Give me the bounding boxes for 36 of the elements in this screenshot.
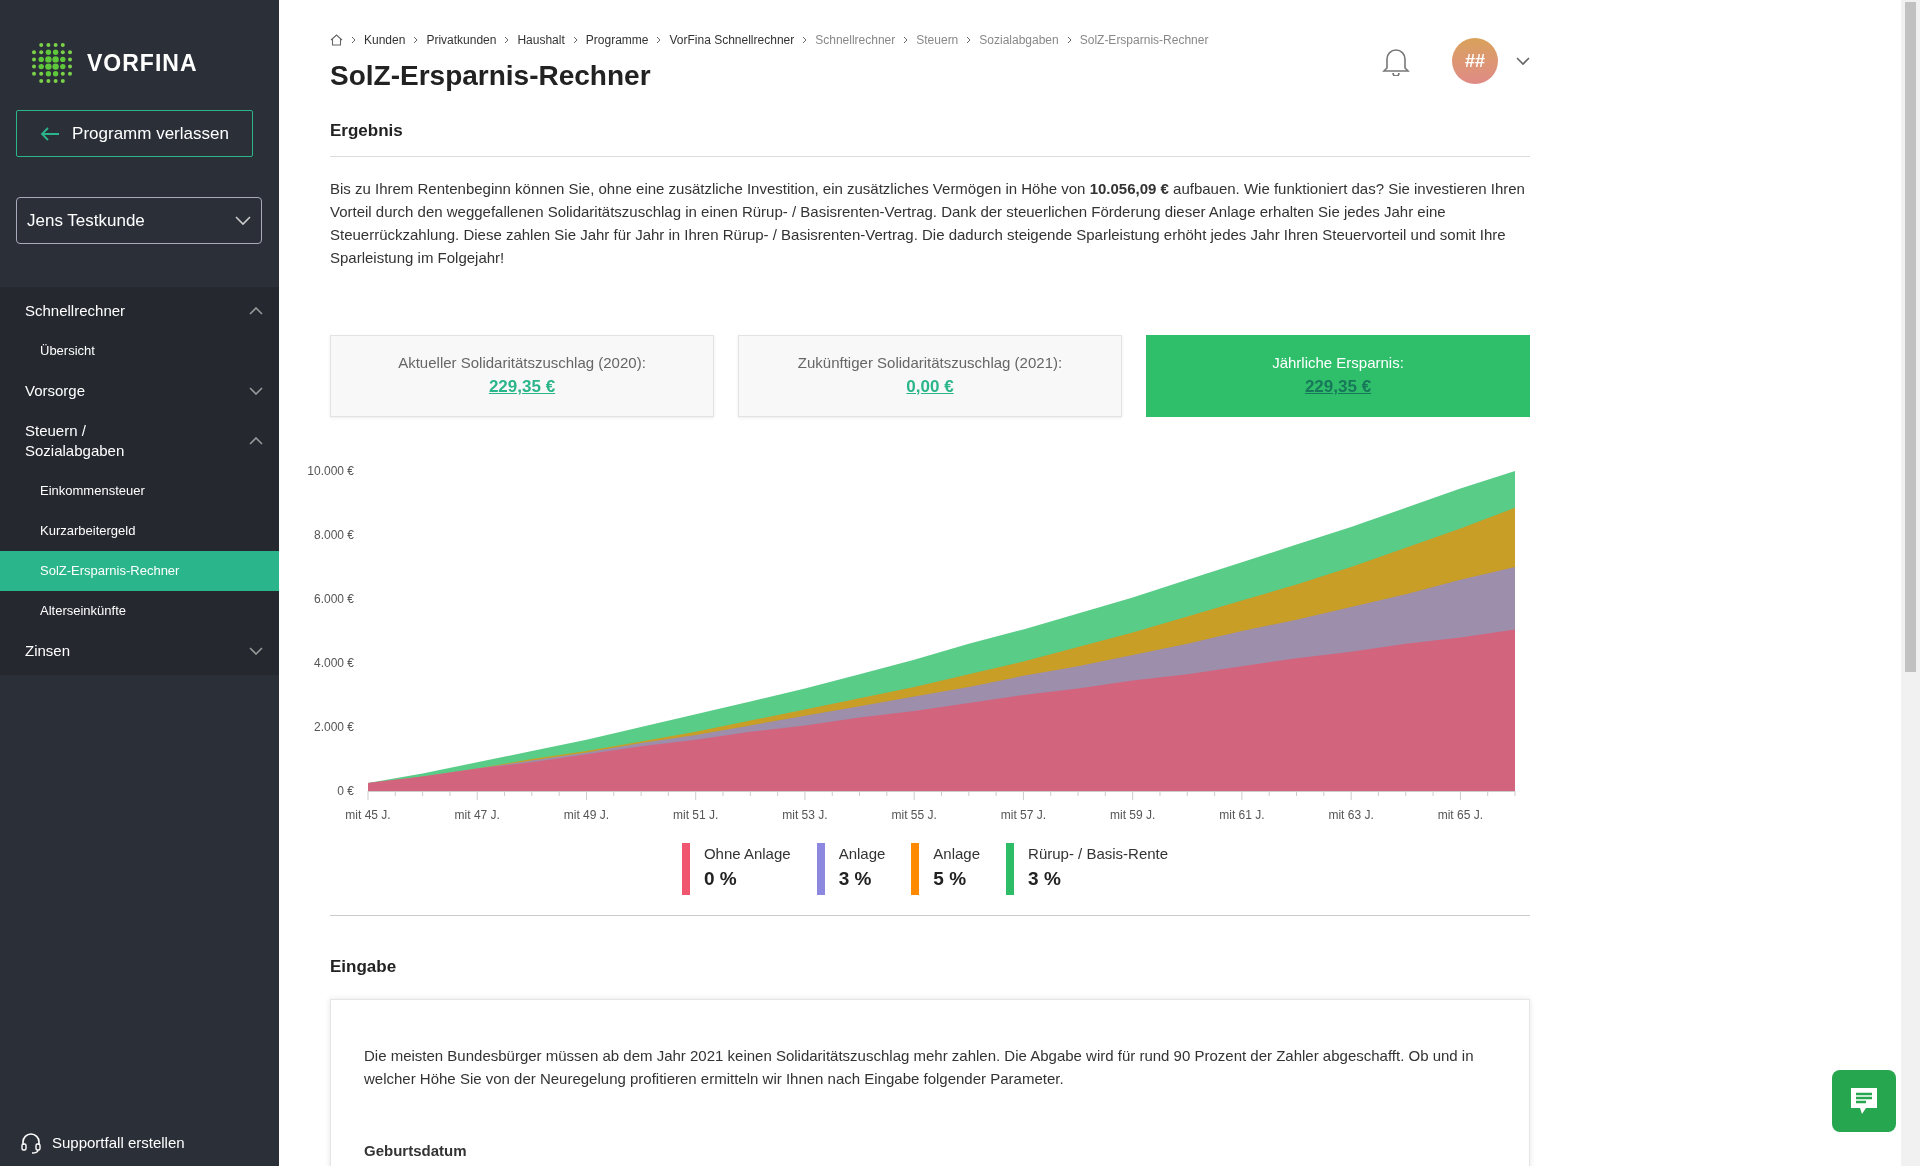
- y-axis-label: 2.000 €: [313, 719, 354, 734]
- y-axis-label: 6.000 €: [313, 591, 354, 606]
- result-paragraph: Bis zu Ihrem Rentenbeginn können Sie, ohne eine zusätzliche Investition, ein zusätzliches Vermögen in Höhe von 10.056,09 € aufbauen. Wie funktioniert das? Sie investieren Ihren Vorteil durch den weggefallenen Solidaritätszuschlag in einen Rürup- / Basisrenten-Vertrag. Dank der steuerlichen Förderung dieser Anlage erhalten Sie jedes Jahr eine Steuerrückzahlung. Diese zahlen Sie Jahr für Jahr in Ihren Rürup- / Basisrenten-Vertrag. Die dadurch steigende Sparleistung erhöht jedes Jahr Ihren Steuervorteil und somit Ihre Sparleistung im Folgejahr!: [330, 178, 1526, 268]
- page-title: SolZ-Ersparnis-Rechner: [330, 59, 652, 93]
- section-heading: Ergebnis: [330, 118, 1530, 157]
- legend-label: Anlage: [838, 843, 886, 864]
- y-axis-label: 10.000 €: [307, 463, 354, 478]
- legend-value: 3 %: [838, 867, 873, 891]
- x-axis-label: mit 47 J.: [454, 807, 500, 822]
- section-heading: Eingabe: [330, 955, 398, 978]
- x-axis-label: mit 61 J.: [1219, 807, 1265, 822]
- x-axis-label: mit 53 J.: [782, 807, 828, 822]
- legend-value: 3 %: [1028, 867, 1062, 891]
- card-label: Aktueller Solidaritätszuschlag (2020):: [398, 352, 646, 373]
- legend-label: Anlage: [933, 843, 981, 864]
- legend-value: 0 %: [703, 867, 738, 891]
- legend-value: 5 %: [933, 867, 968, 891]
- x-axis-label: mit 49 J.: [563, 807, 610, 822]
- field-label: Geburtsdatum: [364, 1141, 468, 1161]
- x-axis-label: mit 63 J.: [1328, 807, 1374, 822]
- x-axis-label: mit 45 J.: [345, 807, 391, 822]
- x-axis-label: mit 57 J.: [1000, 807, 1047, 822]
- legend-label: Ohne Anlage: [703, 843, 791, 864]
- y-axis-label: 4.000 €: [313, 655, 354, 670]
- customer-select-value: Jens Testkunde: [27, 209, 145, 232]
- input-intro-text: Die meisten Bundesbürger müssen ab dem Jahr 2021 keinen Solidaritätszuschlag mehr zahlen. Die Abgabe wird für rund 90 Prozent der Zahler abgeschafft. Ob und in welcher Höhe Sie von der Neuregelung profitieren ermitteln wir Ihnen nach Eingabe folgender Parameter.: [364, 1046, 1475, 1089]
- y-axis-label: 0 €: [337, 783, 354, 798]
- logo-text: VORFINA: [87, 48, 198, 78]
- card-label: Jährliche Ersparnis:: [1272, 352, 1404, 373]
- x-axis-label: mit 65 J.: [1437, 807, 1484, 822]
- card-label: Zukünftiger Solidaritätszuschlag (2021):: [797, 352, 1063, 373]
- x-axis-label: mit 51 J.: [673, 807, 719, 822]
- x-axis-label: mit 59 J.: [1110, 807, 1156, 822]
- legend-label: Rürup- / Basis-Rente: [1028, 843, 1169, 864]
- x-axis-label: mit 55 J.: [891, 807, 937, 822]
- y-axis-label: 8.000 €: [313, 527, 354, 542]
